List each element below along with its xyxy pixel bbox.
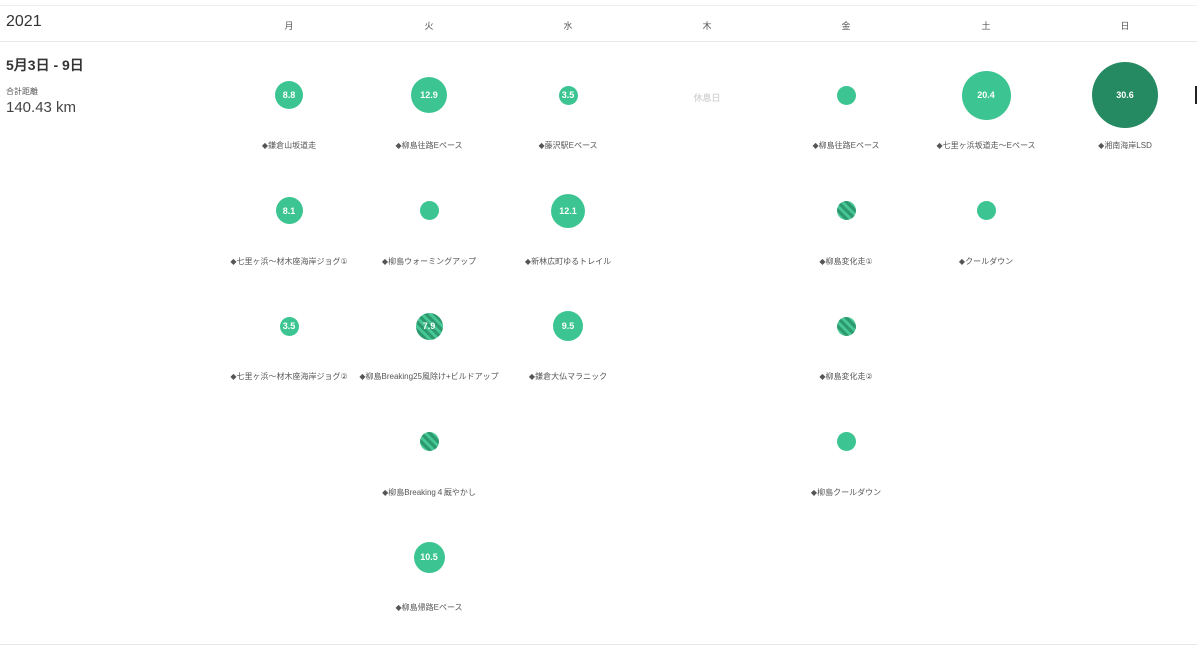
workout-bubble[interactable]: 30.6 (1092, 62, 1158, 128)
workout-item: 10.5 ◆柳島帰路Eペース (359, 541, 499, 612)
workout-label[interactable]: ◆クールダウン (916, 256, 1056, 267)
day-header-thu: 木 (702, 21, 712, 31)
workout-bubble[interactable] (836, 201, 856, 220)
workout-item: ◆柳島往路Eペース (776, 85, 916, 150)
workout-bubble[interactable] (836, 85, 856, 105)
workout-label[interactable]: ◆七里ヶ浜坂道走～Eペース (916, 140, 1056, 151)
workout-label[interactable]: ◆鎌倉山坂道走 (219, 140, 359, 151)
workout-item: 9.5 ◆鎌倉大仏マラニック (498, 311, 638, 381)
total-distance-value: 140.43 km (6, 99, 77, 116)
workout-label[interactable]: ◆柳島Breaking25風除け+ビルドアップ (359, 371, 499, 382)
workout-bubble[interactable]: 7.9 (415, 312, 443, 340)
workout-bubble[interactable]: 8.1 (275, 197, 303, 224)
workout-label[interactable]: ◆新林広町ゆるトレイル (498, 256, 638, 267)
day-header-wed: 水 (563, 21, 573, 31)
workout-item: 8.8 ◆鎌倉山坂道走 (219, 81, 359, 150)
workout-item: 30.6 ◆湘南海岸LSD (1055, 62, 1195, 150)
total-distance-label: 合計距離 (6, 87, 38, 96)
workout-bubble[interactable]: 3.5 (279, 316, 299, 336)
day-header-sun: 日 (1120, 21, 1130, 31)
workout-label[interactable]: ◆柳島Breaking４厩やかし (359, 487, 499, 498)
rest-day-label: 休息日 (693, 93, 721, 103)
workout-bubble[interactable]: 3.5 (558, 85, 578, 105)
workout-label[interactable]: ◆柳島往路Eペース (776, 140, 916, 151)
week-title: 5月3日 - 9日 (6, 57, 84, 73)
workout-bubble[interactable]: 9.5 (553, 311, 583, 341)
workout-item: ◆柳島変化走① (776, 201, 916, 266)
workout-label[interactable]: ◆柳島変化走① (776, 256, 916, 267)
workout-bubble[interactable]: 8.8 (275, 81, 303, 109)
workout-label[interactable]: ◆柳島ウォーミングアップ (359, 256, 499, 267)
text-cursor (1195, 86, 1197, 104)
workout-item: ◆クールダウン (916, 201, 1056, 266)
workout-item: ◆柳島クールダウン (776, 432, 916, 497)
workout-label[interactable]: ◆湘南海岸LSD (1055, 140, 1195, 151)
header-divider (0, 41, 1197, 42)
year-label: 2021 (6, 13, 42, 30)
day-header-mon: 月 (284, 21, 294, 31)
workout-bubble[interactable] (836, 432, 856, 451)
workout-item: 3.5 ◆七里ヶ浜～材木座海岸ジョグ② (219, 316, 359, 381)
workout-label[interactable]: ◆七里ヶ浜～材木座海岸ジョグ① (219, 256, 359, 267)
bottom-border (0, 644, 1197, 645)
workout-bubble[interactable] (976, 201, 996, 220)
top-border (0, 5, 1197, 6)
workout-label[interactable]: ◆柳島帰路Eペース (359, 602, 499, 613)
workout-item: ◆柳島変化走② (776, 316, 916, 381)
workout-item: 12.9 ◆柳島往路Eペース (359, 77, 499, 150)
workout-bubble[interactable] (419, 201, 439, 220)
workout-item: 20.4 ◆七里ヶ浜坂道走～Eペース (916, 70, 1056, 150)
day-header-fri: 金 (841, 21, 851, 31)
workout-label[interactable]: ◆柳島クールダウン (776, 487, 916, 498)
workout-bubble[interactable]: 12.1 (551, 193, 585, 228)
workout-bubble[interactable] (836, 316, 856, 336)
workout-item: 3.5 ◆藤沢駅Eペース (498, 85, 638, 150)
workout-bubble[interactable]: 20.4 (961, 70, 1011, 120)
workout-item: 12.1 ◆新林広町ゆるトレイル (498, 193, 638, 266)
workout-label[interactable]: ◆柳島往路Eペース (359, 140, 499, 151)
workout-bubble[interactable]: 10.5 (413, 541, 445, 573)
workout-item: ◆柳島ウォーミングアップ (359, 201, 499, 266)
workout-item: 8.1 ◆七里ヶ浜～材木座海岸ジョグ① (219, 197, 359, 266)
workout-item: ◆柳島Breaking４厩やかし (359, 432, 499, 497)
workout-bubble[interactable]: 12.9 (411, 77, 447, 113)
workout-bubble[interactable] (419, 432, 439, 451)
workout-label[interactable]: ◆藤沢駅Eペース (498, 140, 638, 151)
workout-label[interactable]: ◆七里ヶ浜～材木座海岸ジョグ② (219, 371, 359, 382)
day-header-sat: 土 (981, 21, 991, 31)
workout-item: 7.9 ◆柳島Breaking25風除け+ビルドアップ (359, 312, 499, 381)
workout-label[interactable]: ◆柳島変化走② (776, 371, 916, 382)
workout-label[interactable]: ◆鎌倉大仏マラニック (498, 371, 638, 382)
day-header-tue: 火 (424, 21, 434, 31)
